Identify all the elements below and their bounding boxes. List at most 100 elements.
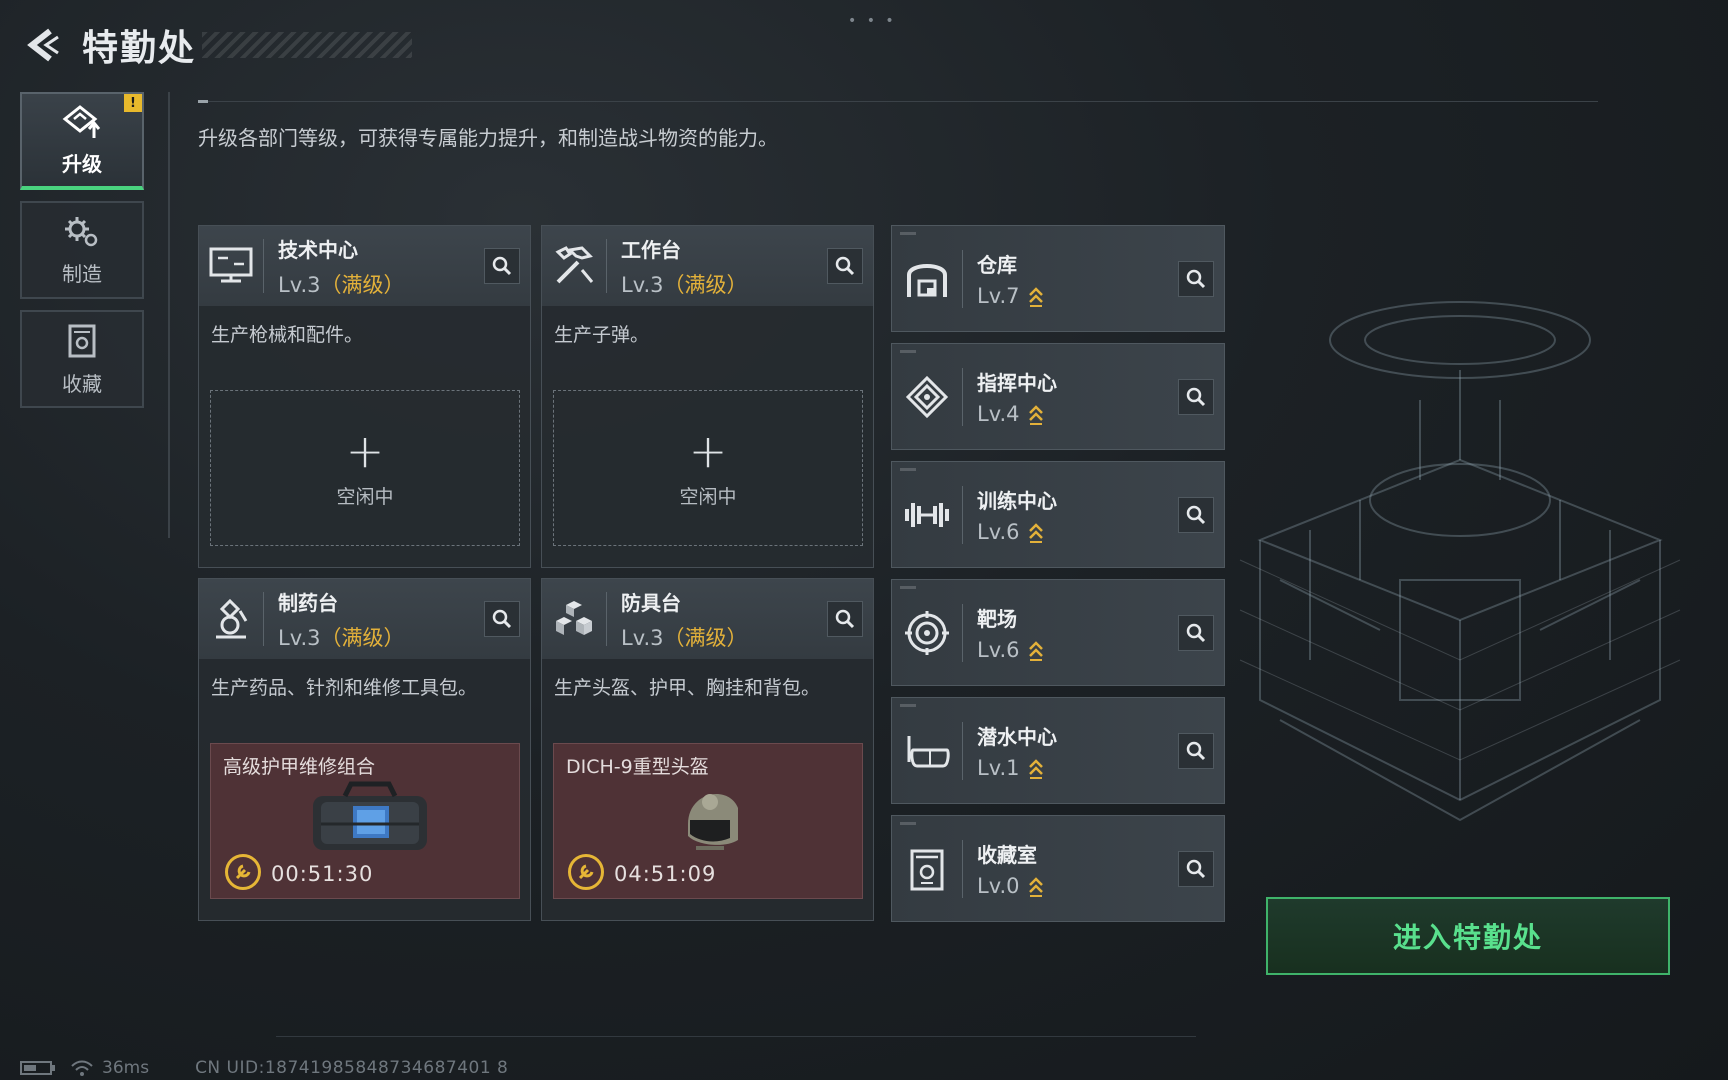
collection-icon <box>68 324 96 357</box>
inspect-button[interactable] <box>484 248 520 284</box>
inspect-button[interactable] <box>1178 733 1214 769</box>
upgrade-arrow-icon <box>1028 521 1044 543</box>
upgrade-arrow-icon <box>1028 403 1044 425</box>
upgrade-arrow-icon <box>1028 639 1044 661</box>
department-description: 生产药品、针剂和维修工具包。 <box>211 677 478 699</box>
upgrade-arrow-icon <box>1028 875 1044 897</box>
microscope-icon <box>199 579 263 659</box>
nav-item-craft[interactable]: 制造 <box>20 201 144 299</box>
dumbbell-icon <box>892 461 962 568</box>
building-blueprint-graphic <box>1239 301 1681 822</box>
search-icon <box>1186 859 1206 879</box>
search-icon <box>1186 623 1206 643</box>
facility-name: 潜水中心 <box>977 725 1057 749</box>
back-button[interactable] <box>18 21 66 69</box>
crafting-slot[interactable]: DICH-9重型头盔 04:51:09 <box>553 743 863 899</box>
crafting-item-name: 高级护甲维修组合 <box>223 756 376 778</box>
diving-mask-icon <box>892 697 962 804</box>
department-card-pharmacy: 制药台 Lv.3（满级） 生产药品、针剂和维修工具包。 高级护甲维修组合 00:… <box>198 578 531 921</box>
department-name: 工作台 <box>621 237 681 262</box>
gears-icon <box>65 216 98 246</box>
header: 特勤处 <box>18 20 413 70</box>
content-top-line <box>198 101 1598 102</box>
computer-icon <box>199 226 263 306</box>
facility-card-collection-room[interactable]: 收藏室 Lv.0 <box>891 815 1225 922</box>
wrench-timer-icon <box>225 854 261 890</box>
facility-level: Lv.1 <box>977 756 1057 780</box>
search-icon <box>492 256 512 276</box>
wrench-timer-icon <box>568 854 604 890</box>
facility-card-command-center[interactable]: 指挥中心 Lv.4 <box>891 343 1225 450</box>
department-description: 生产子弹。 <box>554 324 650 346</box>
max-level-tag: （满级） <box>663 625 748 650</box>
inspect-button[interactable] <box>1178 851 1214 887</box>
crafting-item-name: DICH-9重型头盔 <box>566 756 709 778</box>
facility-level: Lv.4 <box>977 402 1057 426</box>
facility-card-diving-center[interactable]: 潜水中心 Lv.1 <box>891 697 1225 804</box>
upgrade-arrow-icon <box>1028 757 1044 779</box>
page-title: 特勤处 <box>82 28 197 69</box>
facility-name: 靶场 <box>977 607 1017 631</box>
command-center-icon <box>892 343 962 450</box>
repair-kit-bag-image <box>313 781 427 850</box>
title-stripe-decoration <box>202 32 413 58</box>
nav-item-collection[interactable]: 收藏 <box>20 310 144 408</box>
crafting-slot[interactable]: 高级护甲维修组合 00:51:30 <box>210 743 520 899</box>
inspect-button[interactable] <box>827 248 863 284</box>
enter-special-ops-button[interactable]: 进入特勤处 <box>1266 897 1670 975</box>
card-header: 工作台 Lv.3（满级） <box>542 226 873 306</box>
side-nav: ! 升级 制造 收藏 <box>20 92 144 419</box>
page-description: 升级各部门等级，可获得专属能力提升，和制造战斗物资的能力。 <box>198 126 778 150</box>
crafting-timer: 00:51:30 <box>271 862 374 886</box>
inspect-button[interactable] <box>1178 615 1214 651</box>
department-name: 制药台 <box>278 590 338 615</box>
max-level-tag: （满级） <box>663 272 748 297</box>
search-icon <box>835 256 855 276</box>
department-level: Lv.3（满级） <box>621 272 748 297</box>
department-level: Lv.3（满级） <box>621 625 748 650</box>
department-name: 防具台 <box>621 590 681 615</box>
department-name: 技术中心 <box>278 237 358 262</box>
status-bar: 36ms CN UID:18741985848734687401 8 <box>20 1056 508 1080</box>
collection-room-icon <box>892 815 962 922</box>
inspect-button[interactable] <box>1178 497 1214 533</box>
card-header: 技术中心 Lv.3（满级） <box>199 226 530 306</box>
max-level-tag: （满级） <box>320 625 405 650</box>
bottom-divider <box>276 1036 1196 1037</box>
battery-icon <box>20 1061 55 1075</box>
cubes-icon <box>542 579 606 659</box>
upgrade-icon <box>62 104 101 138</box>
search-icon <box>1186 741 1206 761</box>
user-uid: CN UID:18741985848734687401 8 <box>195 1058 509 1078</box>
department-description: 生产枪械和配件。 <box>211 324 364 346</box>
inspect-button[interactable] <box>827 601 863 637</box>
facility-card-warehouse[interactable]: 仓库 Lv.7 <box>891 225 1225 332</box>
nav-label-collection: 收藏 <box>62 371 102 396</box>
inspect-button[interactable] <box>1178 261 1214 297</box>
idle-production-slot[interactable]: + 空闲中 <box>210 390 520 546</box>
facility-card-shooting-range[interactable]: 靶场 Lv.6 <box>891 579 1225 686</box>
back-arrow-icon <box>27 28 59 62</box>
content-top-tick <box>198 100 208 103</box>
enter-button-label: 进入特勤处 <box>1392 921 1543 954</box>
search-icon <box>1186 505 1206 525</box>
idle-status: 空闲中 <box>336 485 394 508</box>
warehouse-icon <box>892 225 962 332</box>
facility-name: 收藏室 <box>977 843 1037 867</box>
department-card-armor-bench: 防具台 Lv.3（满级） 生产头盔、护甲、胸挂和背包。 DICH-9重型头盔 0… <box>541 578 874 921</box>
alert-badge: ! <box>124 94 142 112</box>
card-header: 防具台 Lv.3（满级） <box>542 579 873 659</box>
idle-production-slot[interactable]: + 空闲中 <box>553 390 863 546</box>
nav-item-upgrade[interactable]: ! 升级 <box>20 92 144 190</box>
department-level: Lv.3（满级） <box>278 625 405 650</box>
crafting-timer: 04:51:09 <box>614 862 717 886</box>
plus-icon: + <box>688 423 728 478</box>
facility-card-training-center[interactable]: 训练中心 Lv.6 <box>891 461 1225 568</box>
department-card-workbench: 工作台 Lv.3（满级） 生产子弹。 + 空闲中 <box>541 225 874 568</box>
inspect-button[interactable] <box>484 601 520 637</box>
target-icon <box>892 579 962 686</box>
facility-name: 指挥中心 <box>977 371 1057 395</box>
inspect-button[interactable] <box>1178 379 1214 415</box>
search-icon <box>1186 269 1206 289</box>
hammer-wrench-icon <box>542 226 606 306</box>
